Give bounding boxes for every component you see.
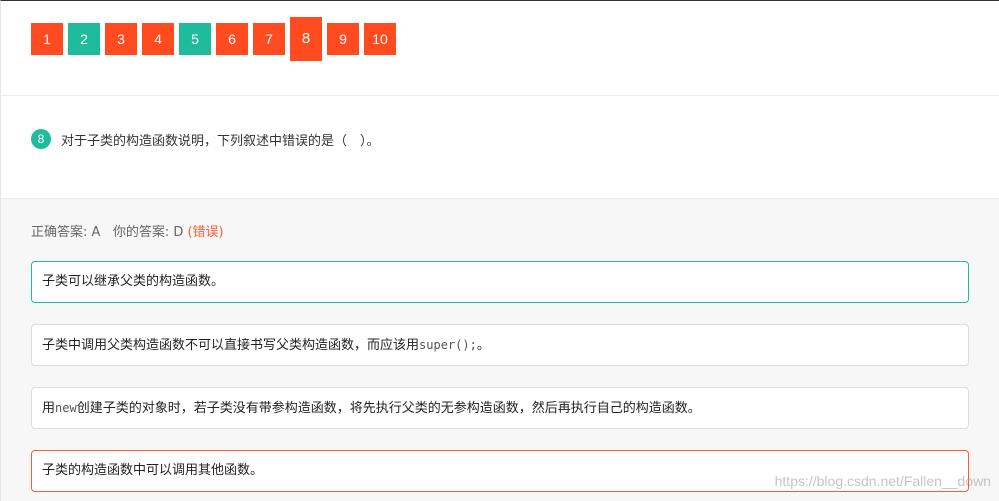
question-number-badge: 8 [31, 129, 51, 149]
option-c-code: new [55, 401, 77, 415]
question-nav-button-7[interactable]: 7 [253, 23, 285, 55]
question-nav-button-6[interactable]: 6 [216, 23, 248, 55]
your-answer-label: 你的答案: D [112, 225, 184, 240]
option-a-text: 子类可以继承父类的构造函数。 [42, 274, 225, 289]
quiz-page: 1 2 3 4 5 6 7 8 9 10 8 对于子类的构造函数说明，下列叙述中… [0, 0, 999, 501]
watermark: https://blog.csdn.net/Fallen__down [774, 473, 991, 489]
question-nav-button-10[interactable]: 10 [364, 23, 396, 55]
option-b-text-end: 。 [476, 338, 490, 353]
option-b-code: super(); [419, 338, 477, 352]
option-c[interactable]: 用new创建子类的对象时，若子类没有带参构造函数，将先执行父类的无参构造函数，然… [31, 387, 969, 429]
question-nav-button-2[interactable]: 2 [68, 23, 100, 55]
option-a[interactable]: 子类可以继承父类的构造函数。 [31, 261, 969, 303]
question-nav-button-8-active[interactable]: 8 [290, 17, 322, 61]
answer-summary: 正确答案: A 你的答案: D (错误) [31, 221, 224, 240]
divider [1, 95, 999, 96]
question-nav-button-4[interactable]: 4 [142, 23, 174, 55]
question-nav-button-3[interactable]: 3 [105, 23, 137, 55]
question-nav-button-9[interactable]: 9 [327, 23, 359, 55]
correct-answer-label: 正确答案: A [31, 225, 101, 240]
question-nav-button-5[interactable]: 5 [179, 23, 211, 55]
option-c-text-end: 创建子类的对象时，若子类没有带参构造函数，将先执行父类的无参构造函数，然后再执行… [76, 401, 701, 416]
option-d-text: 子类的构造函数中可以调用其他函数。 [42, 463, 264, 478]
option-b[interactable]: 子类中调用父类构造函数不可以直接书写父类构造函数，而应该用super();。 [31, 324, 969, 366]
question-nav-button-1[interactable]: 1 [31, 23, 63, 55]
option-b-text: 子类中调用父类构造函数不可以直接书写父类构造函数，而应该用 [42, 338, 420, 353]
question-header: 8 对于子类的构造函数说明，下列叙述中错误的是（ ）。 [31, 128, 380, 150]
wrong-tag: (错误) [187, 225, 224, 240]
option-c-text: 用 [42, 401, 56, 416]
answer-panel: 正确答案: A 你的答案: D (错误) 子类可以继承父类的构造函数。 子类中调… [1, 198, 999, 501]
question-text: 对于子类的构造函数说明，下列叙述中错误的是（ ）。 [61, 133, 380, 149]
